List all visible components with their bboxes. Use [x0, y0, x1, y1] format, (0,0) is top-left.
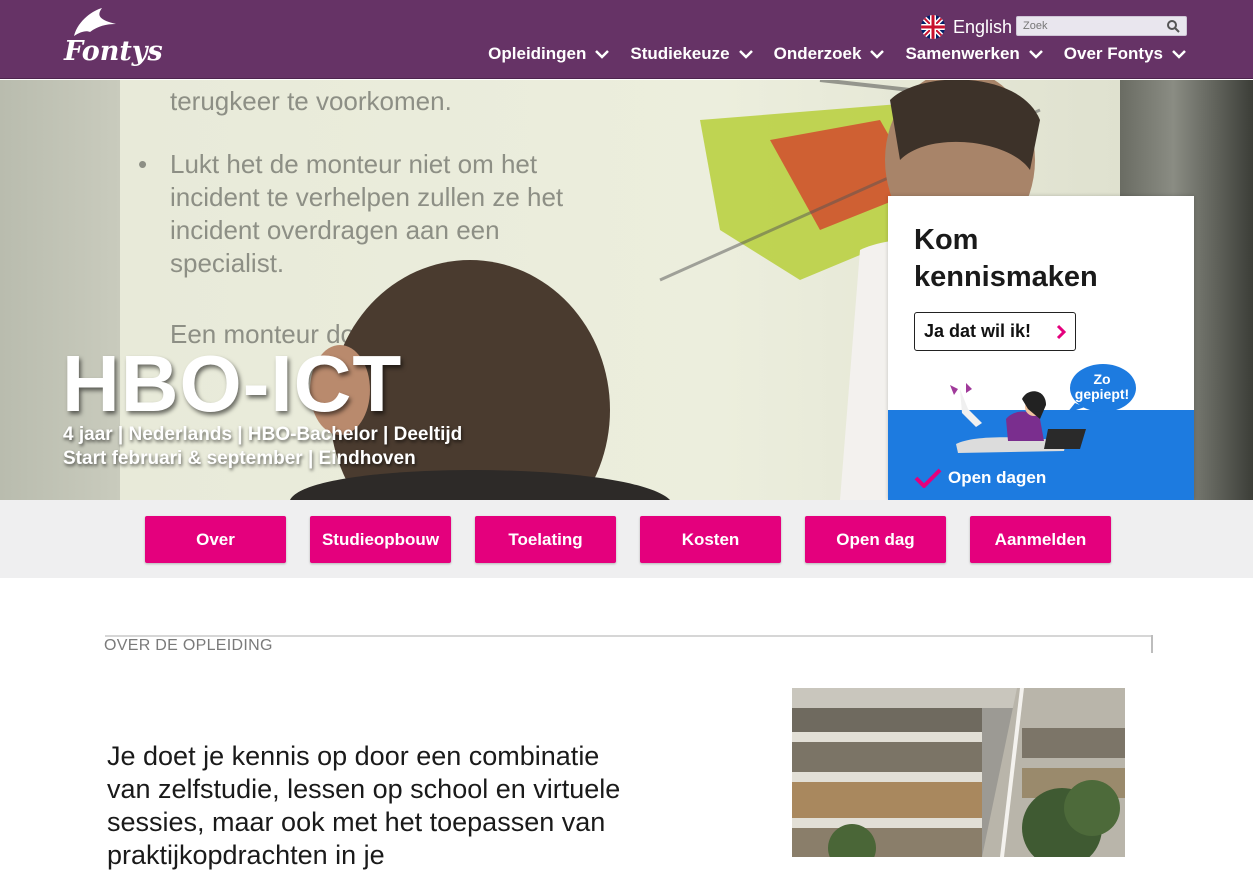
- nav-item-samenwerken[interactable]: Samenwerken: [905, 44, 1043, 64]
- speech-bubble-text: Zo gepiept!: [1068, 372, 1136, 402]
- nav-item-label: Samenwerken: [905, 44, 1020, 63]
- svg-text:Fontys: Fontys: [63, 36, 163, 67]
- open-days-link[interactable]: Open dagen: [948, 468, 1046, 488]
- chevron-right-icon: [1056, 324, 1067, 340]
- section-divider-tick: [1151, 635, 1153, 653]
- promo-title-line: Kom: [914, 224, 979, 256]
- slide-line: terugkeer te voorkomen.: [170, 86, 452, 116]
- tab-over[interactable]: Over: [145, 516, 286, 563]
- tab-studieopbouw[interactable]: Studieopbouw: [310, 516, 451, 563]
- hero-meta-line: 4 jaar | Nederlands | HBO-Bachelor | Dee…: [63, 424, 463, 445]
- nav-item-label: Studiekeuze: [630, 44, 730, 63]
- slide-line: Lukt het de monteur niet om het: [170, 149, 538, 179]
- nav-item-over-fontys[interactable]: Over Fontys: [1064, 44, 1187, 64]
- language-switch[interactable]: English: [921, 15, 1012, 39]
- search-box: [1016, 16, 1187, 36]
- checkmark-icon: [914, 468, 942, 488]
- chevron-down-icon: [738, 50, 753, 59]
- main-nav: Opleidingen Studiekeuze Onderzoek Samenw…: [488, 44, 1187, 64]
- nav-item-opleidingen[interactable]: Opleidingen: [488, 44, 610, 64]
- chevron-down-icon: [1172, 50, 1186, 59]
- building-photo-image: [792, 688, 1125, 857]
- nav-item-studiekeuze[interactable]: Studiekeuze: [630, 44, 753, 64]
- tab-toelating[interactable]: Toelating: [475, 516, 616, 563]
- promo-cta-button[interactable]: Ja dat wil ik!: [914, 312, 1076, 351]
- bubble-line: Zo: [1093, 371, 1111, 387]
- search-icon[interactable]: [1166, 19, 1180, 33]
- chevron-down-icon: [1028, 50, 1043, 59]
- hero-title: HBO-ICT: [62, 339, 403, 428]
- bubble-line: gepiept!: [1074, 386, 1130, 402]
- promo-title: Kom kennismaken: [914, 222, 1098, 296]
- nav-item-label: Opleidingen: [488, 44, 587, 63]
- chevron-down-icon: [595, 50, 610, 59]
- fontys-logo[interactable]: Fontys: [60, 8, 180, 70]
- lead-paragraph: Je doet je kennis op door een combinatie…: [107, 741, 621, 870]
- language-label: English: [953, 16, 1013, 37]
- section-label: OVER DE OPLEIDING: [104, 637, 273, 654]
- tab-kosten[interactable]: Kosten: [640, 516, 781, 563]
- promo-cta-label: Ja dat wil ik!: [924, 321, 1032, 341]
- promo-card: Kom kennismaken Ja dat wil ik! Zo gepiep…: [888, 196, 1194, 500]
- tab-aanmelden[interactable]: Aanmelden: [970, 516, 1111, 563]
- slide-line: incident te verhelpen zullen ze het: [170, 182, 564, 212]
- section-tab-bar: Over Studieopbouw Toelating Kosten Open …: [0, 500, 1253, 578]
- uk-flag-icon: [921, 15, 945, 39]
- chevron-down-icon: [870, 50, 885, 59]
- nav-item-onderzoek[interactable]: Onderzoek: [774, 44, 886, 64]
- nav-item-label: Onderzoek: [773, 44, 862, 63]
- building-photo: [792, 688, 1125, 857]
- hero-meta-line: Start februari & september | Eindhoven: [63, 448, 416, 469]
- promo-title-line: kennismaken: [914, 261, 1098, 293]
- tab-open-dag[interactable]: Open dag: [805, 516, 946, 563]
- nav-item-label: Over Fontys: [1063, 44, 1163, 63]
- search-input[interactable]: [1023, 18, 1163, 34]
- hero-meta: 4 jaar | Nederlands | HBO-Bachelor | Dee…: [63, 423, 462, 471]
- site-header: Fontys English Opleidingen Studiekeuze: [0, 0, 1253, 79]
